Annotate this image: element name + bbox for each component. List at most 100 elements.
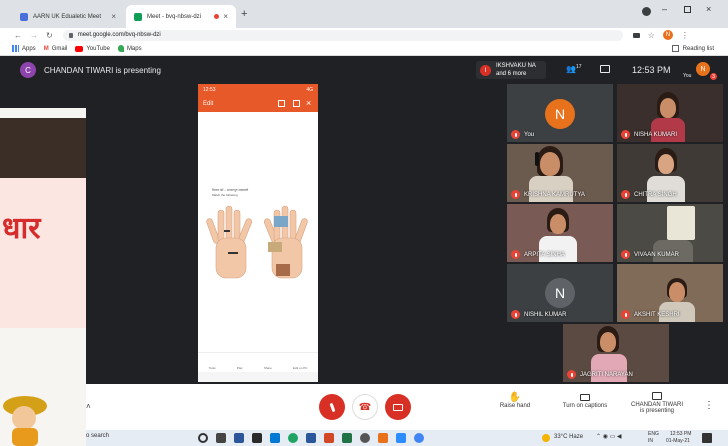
close-icon[interactable]: × bbox=[111, 12, 116, 21]
mic-off-icon bbox=[621, 250, 630, 259]
maximize-icon[interactable] bbox=[684, 6, 691, 13]
doc-subtext: Match the following bbox=[212, 193, 238, 197]
mic-off-icon bbox=[329, 402, 335, 412]
participant-name: JAGRITI NARAYAN bbox=[580, 371, 633, 378]
notification-icon[interactable] bbox=[702, 433, 712, 443]
app-icon[interactable] bbox=[378, 433, 388, 443]
chat-icon[interactable] bbox=[600, 65, 610, 73]
phone-bottom-nav: Tools Play Share Edit on PC bbox=[198, 352, 318, 372]
reading-list[interactable]: Reading list bbox=[683, 46, 714, 52]
more-options-icon[interactable]: ⋮ bbox=[704, 400, 714, 411]
bookmarks-bar: Apps M Gmail YouTube Maps Reading list bbox=[0, 42, 728, 56]
chevron-up-icon[interactable]: ˄ bbox=[86, 402, 91, 411]
bookmark-gmail[interactable]: Gmail bbox=[52, 46, 68, 52]
nav-tools[interactable]: Tools bbox=[209, 366, 216, 370]
close-icon[interactable]: × bbox=[223, 12, 228, 21]
zoom-icon[interactable] bbox=[396, 433, 406, 443]
tab-meet[interactable]: Meet - bvq-nbsw-dzi × bbox=[126, 5, 236, 28]
profile-avatar[interactable]: N bbox=[662, 30, 673, 40]
bookmark-youtube[interactable]: YouTube bbox=[86, 46, 110, 52]
meet-controls-bar: ˄ ☎ ✋ Raise hand Turn on captions CHANDA… bbox=[86, 384, 728, 430]
bookmark-apps[interactable]: Apps bbox=[22, 46, 36, 52]
tab-label: AARN UK Edualetic Meet bbox=[33, 13, 102, 20]
participant-name: KRISHNA KAMRUTYA bbox=[524, 191, 585, 198]
settings-icon[interactable] bbox=[360, 433, 370, 443]
taskbar-search[interactable]: o search bbox=[86, 433, 109, 439]
menu-icon[interactable]: ⋮ bbox=[681, 31, 689, 40]
meeting-time: 12:53 PM bbox=[632, 65, 671, 75]
captions-icon bbox=[580, 394, 590, 401]
presenting-banner: CHANDAN TIWARI is presenting bbox=[44, 66, 161, 75]
lang-region: IN bbox=[648, 438, 653, 444]
file-explorer-icon[interactable] bbox=[234, 433, 244, 443]
chrome-icon[interactable] bbox=[414, 433, 424, 443]
powerpoint-icon[interactable] bbox=[324, 433, 334, 443]
slide-body: धार bbox=[0, 178, 86, 328]
url-text: meet.google.com/bvq-nbsw-dzi bbox=[77, 32, 161, 38]
word-icon[interactable] bbox=[306, 433, 316, 443]
slide-title: धार bbox=[2, 211, 41, 246]
tile-chitra: CHITRA SINGH bbox=[617, 144, 723, 202]
phone-status-bar: 12:53 4G bbox=[198, 84, 318, 96]
star-icon[interactable]: ☆ bbox=[648, 31, 655, 40]
reload-icon[interactable]: ↻ bbox=[46, 31, 53, 40]
participant-name: AKSHIT KESHRI bbox=[634, 311, 680, 318]
camera-icon[interactable] bbox=[632, 32, 640, 38]
edge-icon[interactable] bbox=[288, 433, 298, 443]
nav-play[interactable]: Play bbox=[237, 366, 243, 370]
window-close-icon[interactable]: × bbox=[706, 4, 711, 14]
mail-icon[interactable] bbox=[270, 433, 280, 443]
phone-signal: 4G bbox=[306, 87, 313, 93]
clock-time[interactable]: 12:53 PM bbox=[670, 431, 691, 437]
captions-button[interactable]: Turn on captions bbox=[559, 392, 611, 409]
close-icon[interactable]: × bbox=[306, 98, 311, 108]
presenting-button[interactable]: CHANDAN TIWARI is presenting bbox=[628, 392, 686, 414]
grid-icon[interactable] bbox=[278, 100, 285, 107]
raise-hand-label: Raise hand bbox=[499, 403, 531, 409]
tab-favicon bbox=[20, 12, 28, 21]
store-icon[interactable] bbox=[252, 433, 262, 443]
maps-icon bbox=[117, 45, 124, 52]
camera-off-icon bbox=[393, 403, 403, 411]
others-chip[interactable]: I IKSHVAKU NA and 6 more bbox=[476, 61, 546, 79]
excel-icon[interactable] bbox=[342, 433, 352, 443]
omnibox[interactable]: meet.google.com/bvq-nbsw-dzi bbox=[62, 29, 623, 41]
tab-search-icon[interactable] bbox=[642, 7, 651, 16]
leave-call-button[interactable]: ☎ bbox=[352, 394, 378, 420]
nav-edit-pc[interactable]: Edit on PC bbox=[293, 366, 307, 370]
bookmark-maps[interactable]: Maps bbox=[127, 46, 142, 52]
minimize-icon[interactable]: – bbox=[662, 4, 667, 14]
meet-header: C CHANDAN TIWARI is presenting I IKSHVAK… bbox=[0, 56, 728, 84]
participant-name: You bbox=[524, 131, 535, 138]
phone-clock: 12:53 bbox=[203, 87, 216, 93]
mic-off-icon bbox=[621, 190, 630, 199]
raise-hand-button[interactable]: ✋ Raise hand bbox=[496, 392, 534, 409]
mic-toggle-button[interactable] bbox=[319, 394, 345, 420]
others-more: and 6 more bbox=[496, 71, 527, 77]
cortana-icon[interactable] bbox=[198, 433, 208, 443]
youtube-icon bbox=[75, 45, 84, 52]
clock-date: 01-May-21 bbox=[666, 438, 690, 444]
mic-off-icon bbox=[511, 190, 520, 199]
mic-off-icon bbox=[567, 370, 576, 379]
phone-app-bar: Edit × bbox=[198, 96, 318, 112]
phone-system-nav bbox=[198, 372, 318, 382]
forward-icon[interactable]: → bbox=[30, 31, 38, 40]
task-view-icon[interactable] bbox=[216, 433, 226, 443]
tile-jagriti: JAGRITI NARAYAN bbox=[563, 324, 669, 382]
camera-toggle-button[interactable] bbox=[385, 394, 411, 420]
back-icon[interactable]: ← bbox=[14, 31, 22, 40]
participant-avatar: N bbox=[545, 278, 575, 308]
doc-text: मिलान करें – आधारभूत शब्दावली bbox=[212, 188, 249, 192]
lang-label[interactable]: ENG bbox=[648, 431, 659, 437]
tray-icons[interactable]: ⌃ ◉ ▭ ◀ bbox=[596, 433, 622, 440]
slide-header bbox=[0, 118, 86, 178]
captions-label: Turn on captions bbox=[562, 403, 608, 409]
weather-text[interactable]: 33°C Haze bbox=[554, 434, 583, 440]
new-tab-icon[interactable]: + bbox=[241, 8, 247, 20]
others-name: IKSHVAKU NA bbox=[496, 63, 536, 69]
layout-icon[interactable] bbox=[293, 100, 300, 107]
people-icon[interactable]: 👥17 bbox=[566, 64, 582, 74]
nav-share[interactable]: Share bbox=[264, 366, 272, 370]
tab-aarn[interactable]: AARN UK Edualetic Meet × bbox=[12, 5, 124, 28]
